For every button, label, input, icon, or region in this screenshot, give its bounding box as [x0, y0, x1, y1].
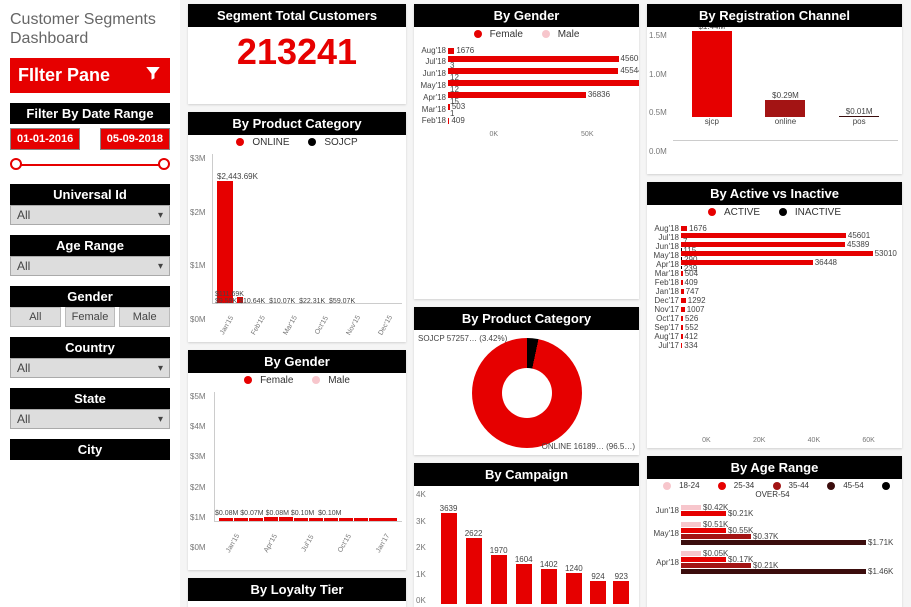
date-start-input[interactable]: 01-01-2016	[10, 128, 80, 150]
hbar-row: Jun'18 45544 12	[418, 68, 635, 79]
hbar-row: Nov'17 1007	[651, 305, 898, 314]
hbar-row: Feb'18 409	[418, 116, 635, 125]
state-label: State	[10, 388, 170, 409]
tile-head: By Campaign	[414, 463, 639, 486]
hbar-row: May'18 53010 290	[651, 251, 898, 260]
hbar-row: Jun'18$0.42K$0.21K	[651, 505, 898, 516]
city-section: City	[10, 439, 170, 460]
tile-head: By Loyalty Tier	[188, 578, 406, 601]
country-select[interactable]: All ▾	[10, 358, 170, 378]
vbar: 3639	[440, 504, 458, 604]
tile-head: By Gender	[188, 350, 406, 373]
vbar: 2622	[465, 529, 483, 604]
vbar: $0.01Mpos	[839, 107, 879, 126]
vbar: 1402	[540, 560, 558, 604]
date-range-slider[interactable]	[10, 156, 170, 174]
age-range-label: Age Range	[10, 235, 170, 256]
tile-active-inactive[interactable]: By Active vs Inactive ACTIVE INACTIVE Au…	[647, 182, 902, 448]
universal-id-section: Universal Id All ▾	[10, 184, 170, 225]
state-section: State All ▾	[10, 388, 170, 429]
legend: Female Male	[188, 373, 406, 388]
filter-pane-label: FIlter Pane	[18, 65, 110, 86]
gender-option-female[interactable]: Female	[65, 307, 116, 327]
vbar: $0.29Monline	[765, 91, 805, 126]
hbar-row: Apr'18 36836 15	[418, 92, 635, 103]
hbar-row: Jul'18 45605 3	[418, 56, 635, 67]
gender-option-male[interactable]: Male	[119, 307, 170, 327]
date-range-section: Filter By Date Range 01-01-2016 05-09-20…	[10, 103, 170, 174]
tile-campaign[interactable]: By Campaign 0K1K2K3K4K 36392622197016041…	[414, 463, 639, 607]
date-range-label: Filter By Date Range	[10, 103, 170, 124]
country-section: Country All ▾	[10, 337, 170, 378]
filter-funnel-icon[interactable]	[144, 64, 162, 87]
hbar-row: Dec'17 1292	[651, 296, 898, 305]
dashboard: Segment Total Customers 213241 By Produc…	[180, 0, 911, 607]
chevron-down-icon: ▾	[158, 261, 163, 272]
vbar: 1604	[515, 555, 533, 604]
chevron-down-icon: ▾	[158, 363, 163, 374]
hbar-row: Apr'18 36448 239	[651, 260, 898, 269]
tile-gender-vertical[interactable]: By Gender Female Male $0M$1M$2M$3M$4M$5M…	[188, 350, 406, 570]
date-end-input[interactable]: 05-09-2018	[100, 128, 170, 150]
sidebar: Customer Segments Dashboard FIlter Pane …	[0, 0, 180, 607]
hbar-row: Sep'17 552	[651, 323, 898, 332]
tile-loyalty-tier[interactable]: By Loyalty Tier	[188, 578, 406, 607]
country-label: Country	[10, 337, 170, 358]
vbar: 1970	[490, 546, 508, 604]
age-range-section: Age Range All ▾	[10, 235, 170, 276]
tile-head: By Active vs Inactive	[647, 182, 902, 205]
chevron-down-icon: ▾	[158, 414, 163, 425]
tile-total-customers[interactable]: Segment Total Customers 213241	[188, 4, 406, 104]
tile-head: By Registration Channel	[647, 4, 902, 27]
hbar-row: Jun'18 45389 115	[651, 242, 898, 251]
tile-product-category-bar[interactable]: By Product Category ONLINE SOJCP $0M$1M$…	[188, 112, 406, 342]
hbar-row: Feb'18 409	[651, 278, 898, 287]
gender-label: Gender	[10, 286, 170, 307]
hbar-row: Aug'18 1676	[418, 46, 635, 55]
tile-gender-hbar[interactable]: By Gender Female Male Aug'18 1676 Jul'18…	[414, 4, 639, 299]
legend: Female Male	[414, 27, 639, 42]
hbar-row: May'18$0.51K$0.55K$0.37K$1.71K	[651, 522, 898, 545]
hbar-row: Oct'17 526	[651, 314, 898, 323]
filter-pane-header: FIlter Pane	[10, 58, 170, 93]
tile-head: Segment Total Customers	[188, 4, 406, 27]
tile-head: By Product Category	[414, 307, 639, 330]
tile-head: By Gender	[414, 4, 639, 27]
tile-head: By Age Range	[647, 456, 902, 479]
dashboard-title: Customer Segments Dashboard	[10, 10, 170, 48]
total-value: 213241	[188, 27, 406, 77]
vbar: 1240	[565, 564, 583, 604]
legend: 18-24 25-34 35-44 45-54 OVER-54	[647, 479, 902, 501]
hbar-row: Apr'18$0.05K$0.17K$0.21K$1.46K	[651, 551, 898, 574]
tile-age-range[interactable]: By Age Range 18-24 25-34 35-44 45-54 OVE…	[647, 456, 902, 607]
universal-id-label: Universal Id	[10, 184, 170, 205]
universal-id-select[interactable]: All ▾	[10, 205, 170, 225]
gender-section: Gender All Female Male	[10, 286, 170, 327]
tile-registration-channel[interactable]: By Registration Channel 0.0M0.5M1.0M1.5M…	[647, 4, 902, 174]
tile-head: By Product Category	[188, 112, 406, 135]
legend: ACTIVE INACTIVE	[647, 205, 902, 220]
city-label: City	[10, 439, 170, 460]
hbar-row: Mar'18 504	[651, 269, 898, 278]
vbar: 924	[590, 572, 606, 604]
vbar: 923	[613, 572, 629, 604]
hbar-row: Jul'17 334	[651, 341, 898, 350]
gender-option-all[interactable]: All	[10, 307, 61, 327]
tile-product-category-donut[interactable]: By Product Category SOJCP 57257… (3.42%)…	[414, 307, 639, 455]
age-range-select[interactable]: All ▾	[10, 256, 170, 276]
chevron-down-icon: ▾	[158, 210, 163, 221]
vbar: $1.44Msjcp	[692, 27, 732, 126]
hbar-row: Jan'18 747	[651, 287, 898, 296]
donut-chart	[472, 338, 582, 448]
legend: ONLINE SOJCP	[188, 135, 406, 150]
state-select[interactable]: All ▾	[10, 409, 170, 429]
hbar-row: Aug'17 412	[651, 332, 898, 341]
